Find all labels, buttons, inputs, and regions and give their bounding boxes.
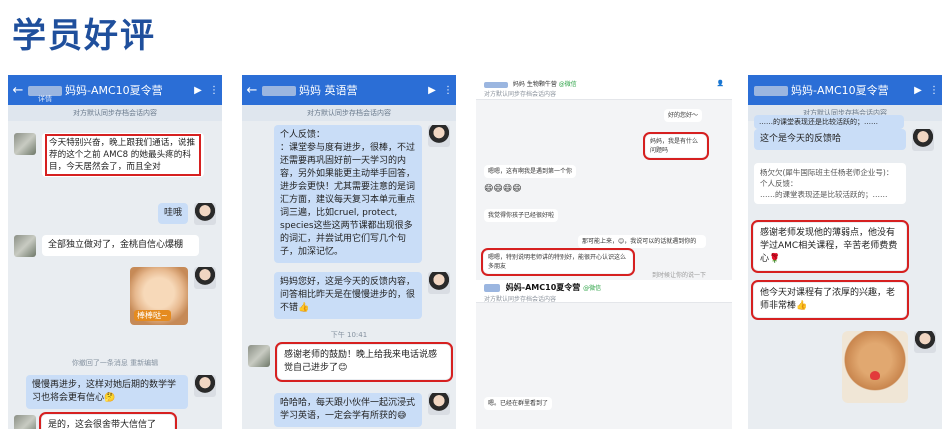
message-row: 棒棒哒~ [130, 267, 216, 325]
avatar [428, 272, 450, 294]
wechat-badge: @微信 [583, 285, 602, 292]
message-bubble[interactable]: 那可能上来，😊，我说可以的话就遇到你的 [578, 235, 706, 248]
avatar [428, 393, 450, 415]
avatar [914, 331, 936, 353]
chat-title: 妈妈-AMC10夏令营 [791, 84, 889, 97]
message-row: 慢慢再进步，这样对她后期的数学学习也将会更有信心🤔 [26, 375, 216, 409]
message-row: 个人反馈： ：课堂参与度有进步，很棒，不过还需要再巩固好前一天学习的内容，另外如… [274, 125, 450, 263]
message-bubble[interactable]: 这个是今天的反馈哈 [754, 129, 906, 150]
avatar [194, 203, 216, 225]
blurred-name [754, 86, 788, 96]
message-bubble[interactable]: 他今天对课程有了浓厚的兴趣，老师非常棒👍 [751, 280, 909, 320]
video-call-icon[interactable]: ▶ [424, 85, 440, 96]
avatar [14, 133, 36, 155]
chat-panel-1: ← 妈妈-AMC10夏令营 详情 ▶ ⋮ 对方默认同步存档会话内容 今天特别兴奋… [8, 75, 222, 429]
message-bubble[interactable]: 妈妈您好，这是今天的反馈内容，问答相比昨天是在慢慢进步的，很不错👍 [274, 272, 422, 319]
avatar [428, 125, 450, 147]
blurred-name [262, 86, 296, 96]
message-bubble[interactable]: 嗯。已经在群里看到了 [484, 397, 553, 410]
avatar [194, 267, 216, 289]
message-row: 这个是今天的反馈哈 [754, 129, 934, 151]
message-bubble[interactable]: 是的，这会很舍带大信信了 [39, 412, 177, 429]
baby-sticker[interactable]: 棒棒哒~ [130, 267, 188, 325]
avatar [194, 375, 216, 397]
emoji-message[interactable]: 😄😄😄😄 [484, 185, 522, 194]
chat-subtitle: 详情 [38, 95, 52, 103]
chat-header: ← 妈妈-AMC10夏令营 详情 ▶ ⋮ [8, 75, 222, 105]
more-icon[interactable]: ⋮ [926, 85, 942, 96]
message-bubble[interactable]: ……的课堂表现还是比较活跃的；…… [754, 115, 904, 129]
chat-title: 妈妈-AMC10夏令营 [505, 283, 581, 292]
message-bubble[interactable]: 慢慢再进步，这样对她后期的数学学习也将会更有信心🤔 [26, 375, 188, 409]
avatar [14, 415, 36, 429]
video-call-icon[interactable]: ▶ [190, 85, 206, 96]
message-bubble[interactable]: 哈哈哈，每天跟小伙伴一起沉浸式学习英语，一定会学有所获的😅 [274, 393, 422, 427]
chat-panel-2: ← 妈妈 英语营 ▶ ⋮ 对方默认同步存档会话内容 个人反馈： ：课堂参与度有进… [242, 75, 456, 429]
chat-header: 妈妈 生物颗牛营 @微信 对方默认同步存档会话内容 👤 [476, 75, 732, 100]
avatar [248, 345, 270, 367]
message-row: 哇哦 [157, 203, 216, 225]
heart-icon [870, 371, 880, 380]
message-bubble[interactable]: 妈妈，我是有什么问题吗 [643, 132, 709, 160]
video-call-icon[interactable]: ▶ [910, 85, 926, 96]
chat-panel-3: 妈妈 生物颗牛营 @微信 对方默认同步存档会话内容 👤 好的您好～ 妈妈，我是有… [476, 75, 732, 429]
chat-subtitle: 对方默认同步存档会话内容 [484, 296, 557, 303]
archive-notice: 对方默认同步存档会话内容 [8, 105, 222, 121]
blurred-name [484, 283, 500, 292]
archive-notice: 对方默认同步存档会话内容 [242, 105, 456, 121]
quoted-message[interactable]: 杨欠欠(犀牛国际班主任杨老师企业号)： 个人反馈： ……的课堂表现还是比较活跃的… [754, 163, 906, 204]
message-bubble[interactable]: 哇哦 [157, 203, 188, 224]
wechat-badge: @微信 [558, 81, 577, 88]
avatar [14, 235, 36, 257]
sticker-text: 棒棒哒~ [134, 310, 171, 321]
message-row: 全部独立做对了，金桃自信心爆棚 [14, 235, 199, 257]
quote-body: 个人反馈： ……的课堂表现还是比较活跃的；…… [760, 179, 888, 199]
more-icon[interactable]: ⋮ [206, 85, 222, 96]
message-row: 感谢老师的鼓励！晚上给我来电话说感觉自己进步了😊 [248, 342, 453, 382]
message-bubble[interactable]: 到时候让你的说一下 [652, 271, 706, 280]
chat-title: 妈妈 英语营 [299, 84, 358, 97]
message-bubble[interactable]: 感谢老师发现他的薄弱点，他没有学过AMC相关课程，辛苦老师费费心🌹 [751, 220, 909, 273]
message-bubble[interactable]: 嗯嗯，这有啊我是遇到第一个你 [484, 165, 577, 178]
blurred-name [484, 81, 508, 88]
chat-panel-4: 妈妈-AMC10夏令营 ▶ ⋮ 对方默认同步存档会话内容 ……的课堂表现还是比较… [748, 75, 942, 429]
page-title: 学员好评 [12, 16, 156, 56]
message-bubble[interactable]: 个人反馈： ：课堂参与度有进步，很棒，不过还需要再巩固好前一天学习的内容，另外如… [274, 125, 422, 263]
chat-subtitle: 对方默认同步存档会话内容 [484, 91, 557, 98]
recall-notice[interactable]: 你撤回了一条消息 重新编辑 [8, 358, 222, 368]
more-icon[interactable]: ⋮ [440, 85, 456, 96]
message-row [842, 331, 936, 403]
quote-author: 杨欠欠(犀牛国际班主任杨老师企业号)： [760, 168, 894, 177]
timestamp: 下午 10:41 [330, 331, 368, 339]
message-row: 妈妈您好，这是今天的反馈内容，问答相比昨天是在慢慢进步的，很不错👍 [274, 272, 450, 319]
highlighted-text: 今天特别兴奋，晚上跟我们通话，说推荐的这个之前 AMC8 的她最头疼的科目，今天… [45, 134, 201, 176]
message-row: 今天特别兴奋，晚上跟我们通话，说推荐的这个之前 AMC8 的她最头疼的科目，今天… [14, 133, 204, 177]
message-bubble[interactable]: 嗯嗯，特别说明老师讲的特别好，能很开心认识这么多朋友 [481, 248, 635, 276]
chat-header: ← 妈妈 英语营 ▶ ⋮ [242, 75, 456, 105]
user-icon[interactable]: 👤 [717, 80, 724, 87]
bear-sticker[interactable] [842, 331, 908, 403]
message-bubble[interactable]: 我觉得你孩子已经很好啦 [484, 209, 559, 222]
message-row: 哈哈哈，每天跟小伙伴一起沉浸式学习英语，一定会学有所获的😅 [274, 393, 450, 427]
chat-title: 妈妈 生物颗牛营 [512, 81, 557, 88]
chat-header: 妈妈-AMC10夏令营 ▶ ⋮ [748, 75, 942, 105]
message-row: 是的，这会很舍带大信信了 [14, 412, 177, 429]
message-bubble[interactable]: 今天特别兴奋，晚上跟我们通话，说推荐的这个之前 AMC8 的她最头疼的科目，今天… [42, 133, 204, 177]
chat-header-2: 妈妈-AMC10夏令营 @微信 对方默认同步存档会话内容 [476, 280, 732, 303]
chat-title: 妈妈-AMC10夏令营 [65, 84, 163, 97]
message-bubble[interactable]: 感谢老师的鼓励！晚上给我来电话说感觉自己进步了😊 [275, 342, 453, 382]
message-bubble[interactable]: 好的您好～ [663, 109, 702, 122]
back-arrow-icon[interactable]: ← [242, 83, 262, 98]
avatar [912, 129, 934, 151]
message-bubble[interactable]: 全部独立做对了，金桃自信心爆棚 [42, 235, 199, 256]
back-arrow-icon[interactable]: ← [8, 83, 28, 98]
